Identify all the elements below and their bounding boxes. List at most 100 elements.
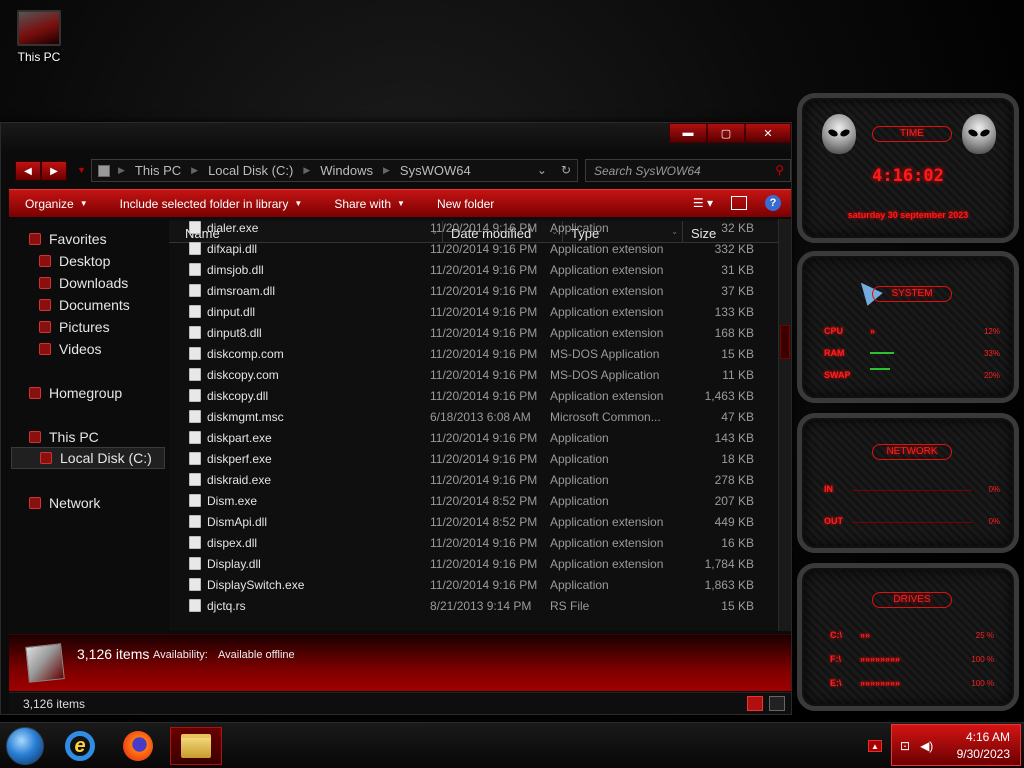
organize-button[interactable]: Organize ▼ <box>9 197 104 211</box>
status-bar: 3,126 items <box>9 692 791 714</box>
file-name-cell: dimsjob.dll <box>169 263 430 277</box>
address-dropdown-icon[interactable]: ⌄ <box>537 163 547 177</box>
table-row[interactable]: diskcomp.com 11/20/2014 9:16 PM MS-DOS App… <box>169 343 778 364</box>
this-pc-desktop-icon[interactable]: This PC <box>3 10 75 64</box>
breadcrumb-this-pc[interactable]: This PC <box>135 163 181 178</box>
help-icon[interactable]: ? <box>765 195 781 211</box>
nav-videos[interactable]: Videos <box>39 341 102 357</box>
file-explorer-button[interactable] <box>170 727 222 765</box>
nav-pictures[interactable]: Pictures <box>39 319 110 335</box>
table-row[interactable]: Display.dll 11/20/2014 9:16 PM Application… <box>169 553 778 574</box>
search-input[interactable]: Search SysWOW64 ⚲ <box>585 159 791 182</box>
nav-label: Homegroup <box>49 385 123 401</box>
table-row[interactable]: dispex.dll 11/20/2014 9:16 PM Application … <box>169 532 778 553</box>
table-row[interactable]: dimsroam.dll 11/20/2014 9:16 PM Applicatio… <box>169 280 778 301</box>
drive-icon <box>40 452 52 464</box>
close-button[interactable]: ✕ <box>745 123 791 143</box>
drive-c-value: 25 % <box>975 631 994 640</box>
nav-favorites[interactable]: Favorites <box>29 231 107 247</box>
breadcrumb-syswow64[interactable]: SysWOW64 <box>400 163 471 178</box>
preview-pane-icon[interactable] <box>731 196 747 210</box>
drives-gadget[interactable]: DRIVES C:\ »» 25 % F:\ »»»»»»»» 100 % E:… <box>797 563 1019 711</box>
out-graph <box>852 522 972 523</box>
include-in-library-button[interactable]: Include selected folder in library ▼ <box>104 197 319 211</box>
file-type: Application extension <box>550 262 664 277</box>
file-date: 11/20/2014 9:16 PM <box>430 577 538 592</box>
table-row[interactable]: diskraid.exe 11/20/2014 9:16 PM Applicatio… <box>169 469 778 490</box>
nav-desktop[interactable]: Desktop <box>39 253 110 269</box>
table-row[interactable]: diskpart.exe 11/20/2014 9:16 PM Applicatio… <box>169 427 778 448</box>
recent-pages-chevron-icon[interactable]: ▼ <box>77 165 86 175</box>
drive-f-value: 100 % <box>971 655 994 664</box>
file-icon <box>189 599 201 612</box>
nav-label: This PC <box>49 429 99 445</box>
maximize-button[interactable]: ▢ <box>707 123 745 143</box>
file-type: Application extension <box>550 556 664 571</box>
file-size: 15 KB <box>721 346 754 361</box>
nav-this-pc[interactable]: This PC <box>29 429 99 445</box>
search-icon[interactable]: ⚲ <box>775 163 784 177</box>
file-name-cell: diskcomp.com <box>169 347 430 361</box>
out-label: OUT <box>824 516 843 526</box>
title-bar[interactable]: ▬ ▢ ✕ <box>1 123 791 151</box>
file-icon <box>189 368 201 381</box>
system-gadget[interactable]: SYSTEM CPU » 12% RAM 33% SWAP 20% <box>797 251 1019 403</box>
table-row[interactable]: Dism.exe 11/20/2014 8:52 PM Application 207… <box>169 490 778 511</box>
breadcrumb-separator-icon[interactable]: ▶ <box>383 165 390 176</box>
nav-downloads[interactable]: Downloads <box>39 275 128 291</box>
table-row[interactable]: dimsjob.dll 11/20/2014 9:16 PM Application… <box>169 259 778 280</box>
breadcrumb-separator-icon[interactable]: ▶ <box>303 165 310 176</box>
breadcrumb-local-disk[interactable]: Local Disk (C:) <box>208 163 293 178</box>
file-icon <box>189 389 201 402</box>
table-row[interactable]: DismApi.dll 11/20/2014 8:52 PM Application… <box>169 511 778 532</box>
new-folder-button[interactable]: New folder <box>421 197 510 211</box>
table-row[interactable]: DisplaySwitch.exe 11/20/2014 9:16 PM Appli… <box>169 574 778 595</box>
nav-label: Videos <box>59 341 102 357</box>
time-gadget[interactable]: TIME 4:16:02 saturday 30 september 2023 <box>797 93 1019 243</box>
table-row[interactable]: dinput.dll 11/20/2014 9:16 PM Application … <box>169 301 778 322</box>
address-bar[interactable]: ▶ This PC ▶ Local Disk (C:) ▶ Windows ▶ … <box>91 159 578 182</box>
forward-button[interactable]: ▶ <box>41 161 67 181</box>
file-icon <box>189 263 201 276</box>
minimize-button[interactable]: ▬ <box>669 123 707 143</box>
table-row[interactable]: diskcopy.com 11/20/2014 9:16 PM MS-DOS App… <box>169 364 778 385</box>
taskbar-clock[interactable]: 4:16 AM 9/30/2023 <box>957 729 1010 763</box>
show-hidden-icons-button[interactable]: ▲ <box>868 740 882 752</box>
vertical-scrollbar[interactable] <box>778 219 791 631</box>
refresh-icon[interactable]: ↻ <box>561 163 571 177</box>
breadcrumb-separator-icon[interactable]: ▶ <box>118 165 125 176</box>
table-row[interactable]: difxapi.dll 11/20/2014 9:16 PM Application… <box>169 238 778 259</box>
table-row[interactable]: diskmgmt.msc 6/18/2013 6:08 AM Microsoft C… <box>169 406 778 427</box>
change-view-icon[interactable]: ☰ ▾ <box>693 196 713 210</box>
network-tray-icon[interactable]: ⊡ <box>900 739 910 753</box>
breadcrumb-windows[interactable]: Windows <box>320 163 373 178</box>
table-row[interactable]: djctq.rs 8/21/2013 9:14 PM RS File 15 KB <box>169 595 778 616</box>
drives-gadget-title: DRIVES <box>872 592 952 608</box>
table-row[interactable]: diskperf.exe 11/20/2014 9:16 PM Applicatio… <box>169 448 778 469</box>
internet-explorer-button[interactable]: e <box>60 727 100 765</box>
cpu-value: 12% <box>983 327 1000 336</box>
firefox-button[interactable] <box>118 727 158 765</box>
volume-icon[interactable]: ◀) <box>920 739 933 753</box>
nav-homegroup[interactable]: Homegroup <box>29 385 122 401</box>
file-name: diskraid.exe <box>207 472 272 487</box>
table-row[interactable]: dialer.exe 11/20/2014 9:16 PM Application 3… <box>169 219 778 238</box>
details-view-icon[interactable] <box>747 696 763 711</box>
nav-local-disk[interactable]: Local Disk (C:) <box>11 447 165 469</box>
start-button[interactable] <box>6 727 44 765</box>
share-with-button[interactable]: Share with ▼ <box>318 197 421 211</box>
nav-documents[interactable]: Documents <box>39 297 130 313</box>
scrollbar-thumb[interactable] <box>780 325 790 359</box>
desktop-icon <box>39 255 51 267</box>
nav-network[interactable]: Network <box>29 495 100 511</box>
large-icons-view-icon[interactable] <box>769 696 785 711</box>
file-name: dinput8.dll <box>207 325 262 340</box>
file-date: 11/20/2014 9:16 PM <box>430 283 538 298</box>
table-row[interactable]: dinput8.dll 11/20/2014 9:16 PM Application… <box>169 322 778 343</box>
in-label: IN <box>824 484 833 494</box>
breadcrumb-separator-icon[interactable]: ▶ <box>191 165 198 176</box>
network-gadget[interactable]: NETWORK IN 0% OUT 0% <box>797 413 1019 553</box>
file-size: 207 KB <box>714 493 754 508</box>
back-button[interactable]: ◀ <box>15 161 41 181</box>
table-row[interactable]: diskcopy.dll 11/20/2014 9:16 PM Applicatio… <box>169 385 778 406</box>
